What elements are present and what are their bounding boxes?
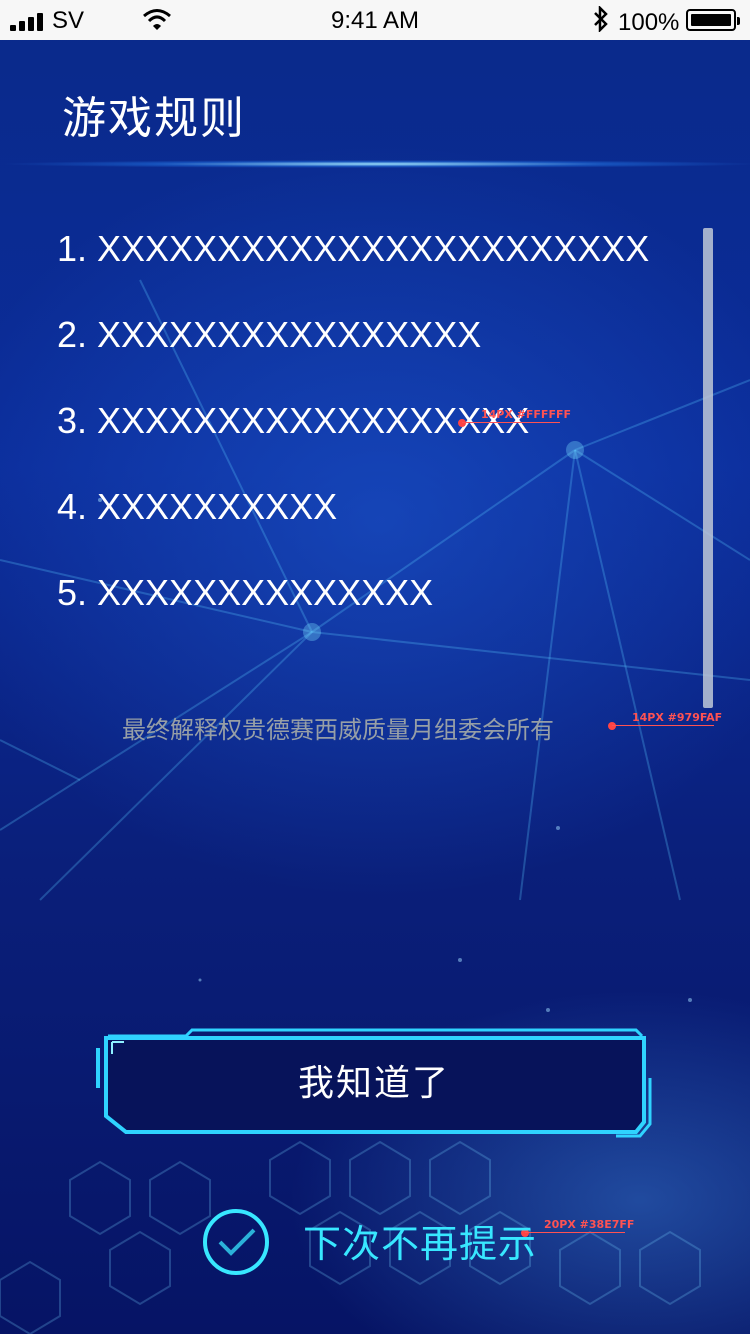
bluetooth-icon	[593, 4, 609, 39]
annotation-line	[612, 725, 714, 726]
checkmark-icon	[218, 1228, 256, 1256]
check-circle-icon[interactable]	[203, 1209, 269, 1275]
notice-spec-annotation: 14PX #979FAF	[632, 711, 723, 724]
scrollbar[interactable]	[703, 228, 713, 708]
battery-percentage: 100%	[618, 9, 680, 36]
rule-item: 4. XXXXXXXXXX	[57, 486, 338, 527]
rule-item: 2. XXXXXXXXXXXXXXXX	[57, 314, 482, 355]
annotation-marker	[458, 419, 466, 427]
annotation-marker	[608, 722, 616, 730]
dont-show-again-toggle[interactable]: 下次不再提示	[203, 1205, 563, 1275]
rule-item: 1. XXXXXXXXXXXXXXXXXXXXXXX	[57, 228, 650, 269]
status-bar: SV 9:41 AM 100%	[0, 0, 750, 40]
dont-show-again-label: 下次不再提示	[303, 1222, 538, 1266]
rules-spec-annotation: 14PX #FFFFFF	[481, 408, 571, 421]
confirm-button[interactable]: 我知道了	[96, 1028, 652, 1140]
copyright-notice: 最终解释权贵德赛西威质量月组委会所有	[122, 716, 554, 744]
page-title: 游戏规则	[62, 93, 246, 144]
title-divider	[0, 160, 750, 168]
battery-icon	[686, 9, 740, 31]
rule-item: 5. XXXXXXXXXXXXXX	[57, 572, 434, 613]
annotation-line	[462, 422, 560, 423]
rules-list: 1. XXXXXXXXXXXXXXXXXXXXXXX 2. XXXXXXXXXX…	[57, 226, 649, 656]
confirm-button-label: 我知道了	[297, 1063, 450, 1104]
